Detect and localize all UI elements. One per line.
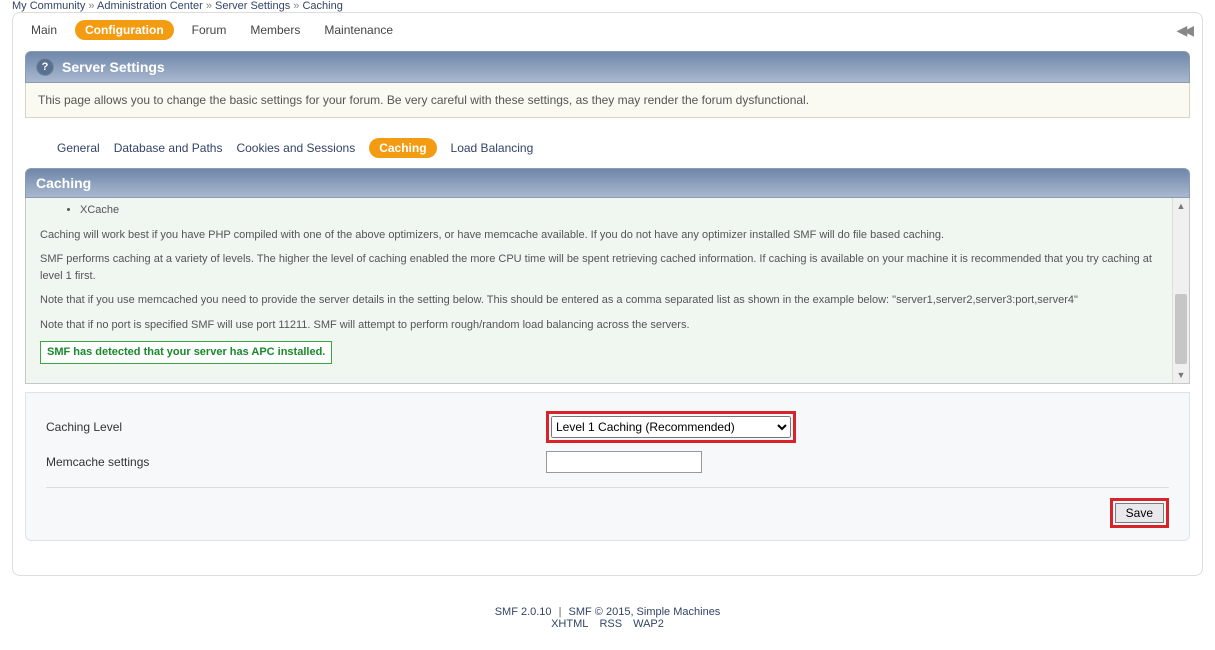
footer-version[interactable]: SMF 2.0.10	[495, 606, 552, 618]
scroll-thumb[interactable]	[1175, 294, 1187, 364]
save-button[interactable]: Save	[1115, 503, 1164, 523]
separator	[46, 487, 1169, 488]
menu-configuration[interactable]: Configuration	[75, 20, 174, 40]
subnav-cookies-sessions[interactable]: Cookies and Sessions	[236, 141, 355, 155]
crumb-sep: »	[293, 0, 299, 12]
nav-prev-icon[interactable]: ◀◀	[1176, 22, 1190, 39]
footer: SMF 2.0.10 | SMF © 2015, Simple Machines…	[0, 576, 1215, 640]
select-caching-level[interactable]: Level 1 Caching (Recommended)	[551, 416, 791, 438]
cache-paragraph: Note that if no port is specified SMF wi…	[40, 317, 1175, 334]
crumb-my-community[interactable]: My Community	[12, 0, 85, 12]
crumb-admin-center[interactable]: Administration Center	[97, 0, 203, 12]
server-settings-titlebar: ? Server Settings	[25, 51, 1190, 83]
footer-wap2[interactable]: WAP2	[633, 618, 664, 630]
server-settings-subnav: General Database and Paths Cookies and S…	[25, 128, 1190, 168]
subnav-load-balancing[interactable]: Load Balancing	[451, 141, 534, 155]
highlight-caching-level: Level 1 Caching (Recommended)	[546, 411, 796, 443]
label-caching-level: Caching Level	[46, 420, 546, 434]
label-memcache-settings: Memcache settings	[46, 455, 546, 469]
server-settings-desc: This page allows you to change the basic…	[25, 83, 1190, 118]
crumb-sep: »	[206, 0, 212, 12]
cache-paragraph: Caching will work best if you have PHP c…	[40, 227, 1175, 244]
top-menu: Main Configuration Forum Members Mainten…	[13, 13, 1202, 51]
server-settings-title: Server Settings	[62, 59, 165, 75]
menu-main[interactable]: Main	[25, 19, 63, 41]
subnav-caching[interactable]: Caching	[369, 138, 436, 158]
scroll-up-icon[interactable]: ▲	[1173, 198, 1189, 214]
highlight-save: Save	[1110, 498, 1169, 528]
menu-forum[interactable]: Forum	[186, 19, 233, 41]
scroll-down-icon[interactable]: ▼	[1173, 367, 1189, 383]
caching-info-scroll: XCache Caching will work best if you hav…	[25, 198, 1190, 384]
apc-detected-box: SMF has detected that your server has AP…	[40, 341, 332, 364]
help-icon[interactable]: ?	[36, 58, 54, 76]
footer-xhtml[interactable]: XHTML	[551, 618, 588, 630]
menu-maintenance[interactable]: Maintenance	[318, 19, 399, 41]
caching-titlebar: Caching	[25, 168, 1190, 198]
subnav-database-paths[interactable]: Database and Paths	[114, 141, 223, 155]
cache-paragraph: SMF performs caching at a variety of lev…	[40, 251, 1175, 284]
breadcrumb: My Community » Administration Center » S…	[0, 0, 1215, 12]
caching-form: Caching Level Level 1 Caching (Recommend…	[25, 392, 1190, 541]
cache-bullet: XCache	[80, 202, 1175, 219]
cache-paragraph: Note that if you use memcached you need …	[40, 292, 1175, 309]
input-memcache-settings[interactable]	[546, 451, 702, 473]
subnav-general[interactable]: General	[57, 141, 100, 155]
footer-rss[interactable]: RSS	[599, 618, 622, 630]
scrollbar[interactable]: ▲ ▼	[1172, 198, 1189, 383]
crumb-sep: »	[88, 0, 94, 12]
caching-title: Caching	[36, 175, 91, 191]
footer-sep: |	[559, 606, 565, 618]
crumb-server-settings[interactable]: Server Settings	[215, 0, 290, 12]
crumb-caching[interactable]: Caching	[302, 0, 342, 12]
footer-copyright[interactable]: SMF © 2015, Simple Machines	[569, 606, 721, 618]
menu-members[interactable]: Members	[244, 19, 306, 41]
scroll-track[interactable]	[1173, 214, 1189, 367]
